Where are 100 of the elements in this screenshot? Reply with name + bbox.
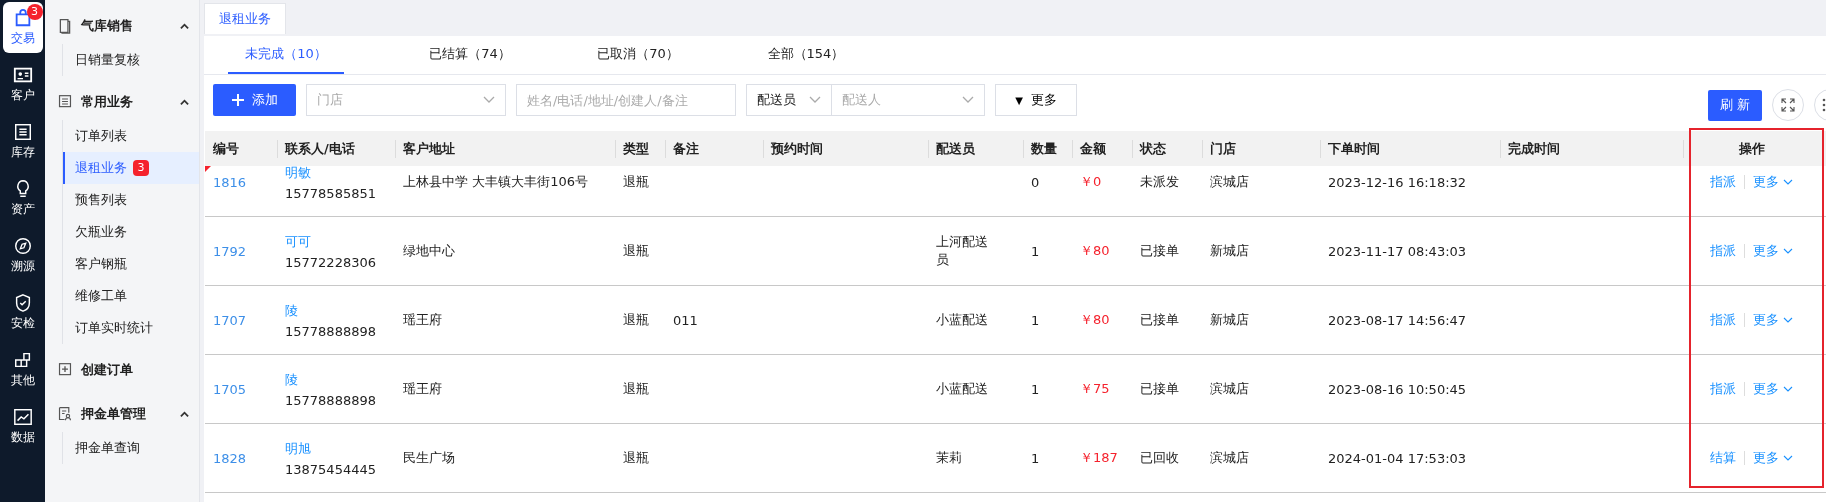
menu-item[interactable]: 押金单查询 xyxy=(63,432,199,464)
table-cell: 011 xyxy=(673,312,698,328)
table-cell: 已回收 xyxy=(1140,449,1179,467)
table-cell: 2023-08-17 14:56:47 xyxy=(1328,312,1467,328)
refresh-button[interactable]: 刷 新 xyxy=(1708,89,1762,121)
amount-cell: ￥75 xyxy=(1080,380,1110,398)
contact-name-link[interactable]: 明敏 xyxy=(285,166,311,182)
order-id-link[interactable]: 1707 xyxy=(213,312,247,328)
table-cell: 民生广场 xyxy=(403,449,455,467)
menu-item[interactable]: 欠瓶业务 xyxy=(63,216,199,248)
rail-item[interactable]: 溯源 xyxy=(2,230,43,281)
rail-item[interactable]: 客户 xyxy=(2,59,43,110)
menu-group-label: 创建订单 xyxy=(81,361,134,379)
order-id-link[interactable]: 1828 xyxy=(213,450,247,466)
menu-group[interactable]: 气库销售 xyxy=(45,8,199,44)
table-cell: 瑶王府 xyxy=(403,380,442,398)
rail-item[interactable]: 其他 xyxy=(2,344,43,395)
amount-cell: ￥0 xyxy=(1080,173,1102,191)
more-link[interactable]: 更多 xyxy=(1753,173,1793,191)
table-cell: 滨城店 xyxy=(1210,380,1249,398)
menu-item[interactable]: 日销量复核 xyxy=(63,44,199,76)
contact-name-link[interactable]: 可可 xyxy=(285,232,311,251)
more-link[interactable]: 更多 xyxy=(1753,311,1793,329)
order-id-link[interactable]: 1792 xyxy=(213,243,247,259)
courier-type-select[interactable]: 配送员 xyxy=(746,84,832,116)
menu-item[interactable]: 订单列表 xyxy=(63,120,199,152)
table-cell: 1 xyxy=(1031,381,1040,397)
rail-item[interactable]: 安检 xyxy=(2,287,43,338)
status-tab[interactable]: 已取消（70） xyxy=(564,36,712,74)
table-cell: 已接单 xyxy=(1140,311,1179,329)
action-link[interactable]: 结算 xyxy=(1710,449,1736,467)
rail-item[interactable]: 资产 xyxy=(2,173,43,224)
table-cell: 1 xyxy=(1031,450,1040,466)
amount-cell: ￥187 xyxy=(1080,449,1118,467)
contact-name-link[interactable]: 陵 xyxy=(285,370,298,389)
rail-item[interactable]: 交易 3 xyxy=(2,2,43,53)
table-cell: 滨城店 xyxy=(1210,173,1249,191)
search-field[interactable]: 姓名/电话/地址/创建人/备注 xyxy=(516,84,736,116)
column-header: 编号 xyxy=(212,140,240,158)
phone-number: 15778585851 xyxy=(285,185,376,201)
menu-group[interactable]: 创建订单 xyxy=(45,352,199,388)
menu-group-label: 气库销售 xyxy=(81,17,134,35)
table-cell: 退瓶 xyxy=(623,380,649,398)
phone-number: 15772228306 xyxy=(285,254,376,270)
table-cell-text: 上河配送员 xyxy=(936,233,989,269)
table-cell: 上林县中学 大丰镇大丰街106号 xyxy=(403,173,588,191)
more-link[interactable]: 更多 xyxy=(1753,449,1793,467)
menu-item[interactable]: 退租业务 3 xyxy=(63,152,199,184)
menu-item[interactable]: 客户钢瓶 xyxy=(63,248,199,280)
order-id-link[interactable]: 1705 xyxy=(213,381,247,397)
table-cell: 0 xyxy=(1031,174,1040,190)
status-tab[interactable]: 全部（154） xyxy=(732,36,880,74)
table-cell: 瑶王府 xyxy=(403,311,442,329)
page-tab[interactable]: 退租业务 xyxy=(204,3,286,34)
amount-cell: ￥80 xyxy=(1080,242,1110,260)
table-cell: 退瓶 xyxy=(623,242,649,260)
menu-group[interactable]: 常用业务 xyxy=(45,84,199,120)
contact-name-link[interactable]: 陵 xyxy=(285,301,298,320)
more-button[interactable]: ▼ 更多 xyxy=(995,84,1077,116)
action-link[interactable]: 指派 xyxy=(1710,242,1736,260)
table-cell: 退瓶 xyxy=(623,449,649,467)
amount-cell: ￥80 xyxy=(1080,311,1110,329)
table-cell: 绿地中心 xyxy=(403,242,455,260)
count-badge: 3 xyxy=(133,160,149,176)
action-link[interactable]: 指派 xyxy=(1710,173,1736,191)
menu-group-label: 押金单管理 xyxy=(81,405,147,423)
table-cell: 2023-12-16 16:18:32 xyxy=(1328,174,1467,190)
menu-item[interactable]: 维修工单 xyxy=(63,280,199,312)
table-cell: 新城店 xyxy=(1210,242,1249,260)
status-tab[interactable]: 未完成（10） xyxy=(228,36,344,74)
table-cell: 新城店 xyxy=(1210,311,1249,329)
table-cell: 滨城店 xyxy=(1210,449,1249,467)
menu-item[interactable]: 订单实时统计 xyxy=(63,312,199,344)
table-cell: 小蓝配送 xyxy=(936,380,988,398)
menu-group[interactable]: 押金单管理 xyxy=(45,396,199,432)
table-cell: 已接单 xyxy=(1140,380,1179,398)
action-link[interactable]: 指派 xyxy=(1710,311,1736,329)
rail-item[interactable]: 数据 xyxy=(2,401,43,452)
action-link[interactable]: 指派 xyxy=(1710,380,1736,398)
table-cell: 2024-01-04 17:53:03 xyxy=(1328,450,1467,466)
order-id-link[interactable]: 1816 xyxy=(213,174,247,190)
table-cell: 茉莉 xyxy=(936,449,962,467)
more-link[interactable]: 更多 xyxy=(1753,380,1793,398)
table-cell: 已接单 xyxy=(1140,242,1179,260)
table-cell: 2023-08-16 10:50:45 xyxy=(1328,381,1467,397)
more-link[interactable]: 更多 xyxy=(1753,242,1793,260)
table-cell: 退瓶 xyxy=(623,173,649,191)
table-cell: 1 xyxy=(1031,243,1040,259)
phone-number: 15778888898 xyxy=(285,323,376,339)
table-cell: 1 xyxy=(1031,312,1040,328)
phone-number: 15778888898 xyxy=(285,392,376,408)
table-cell: 未派发 xyxy=(1140,173,1179,191)
menu-item[interactable]: 预售列表 xyxy=(63,184,199,216)
status-tab[interactable]: 已结算（74） xyxy=(396,36,544,74)
phone-number: 13875454445 xyxy=(285,461,376,477)
add-button[interactable]: 添加 xyxy=(213,84,296,116)
table-cell: 小蓝配送 xyxy=(936,311,988,329)
menu-group-label: 常用业务 xyxy=(81,93,134,111)
rail-item[interactable]: 库存 xyxy=(2,116,43,167)
contact-name-link[interactable]: 明旭 xyxy=(285,439,311,458)
